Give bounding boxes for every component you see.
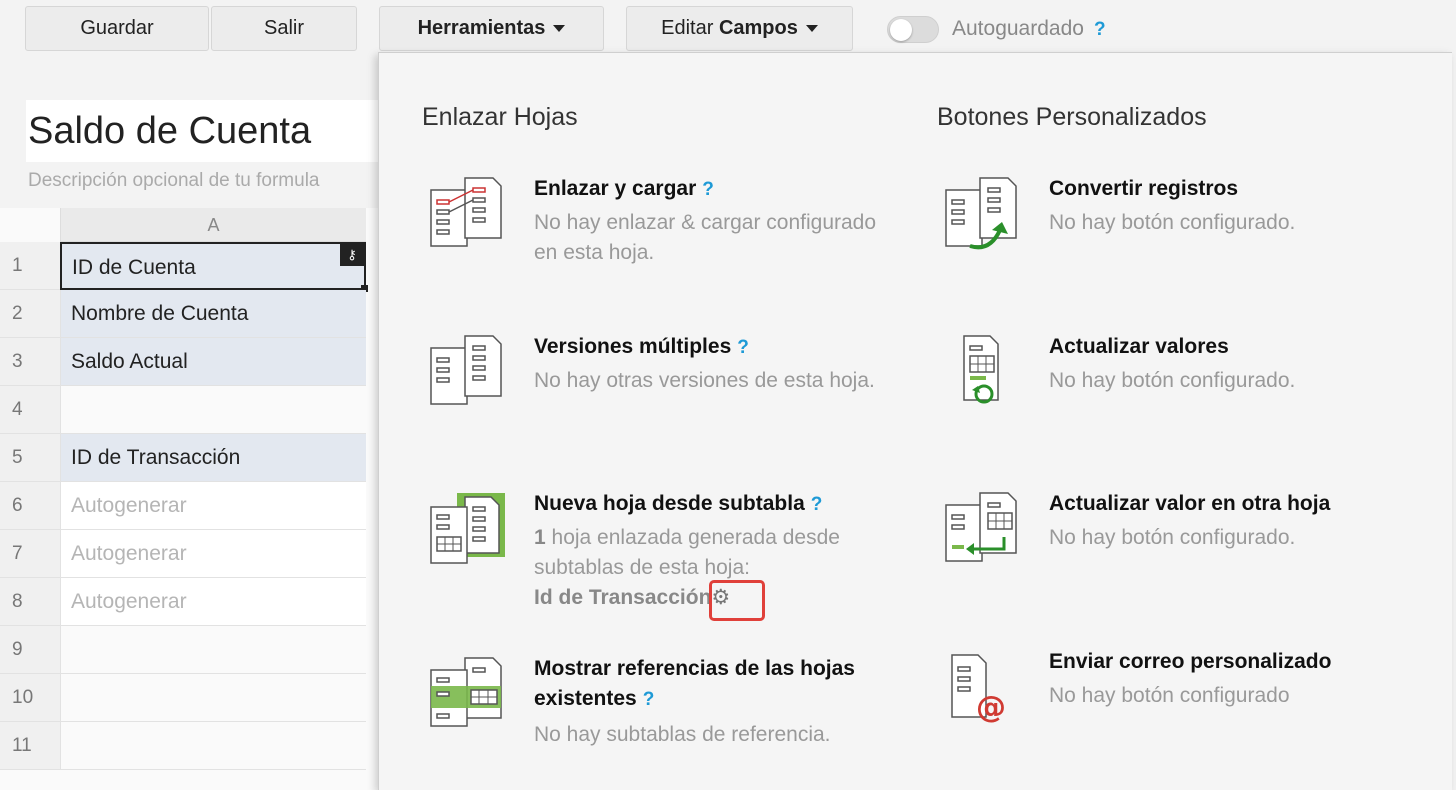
linked-sheet-name[interactable]: Id de Transacción bbox=[534, 586, 711, 609]
cell-text: Autogenerar bbox=[71, 542, 187, 565]
sheet-grid: A 1 ID de Cuenta ⚷ 2 Nombre de Cuenta 3 Saldo … bbox=[0, 208, 378, 790]
save-button[interactable]: Guardar bbox=[25, 6, 209, 51]
grid-row: 1 ID de Cuenta ⚷ bbox=[0, 242, 378, 292]
row-number[interactable]: 1 bbox=[0, 242, 60, 290]
caret-down-icon bbox=[805, 25, 818, 32]
tool-name: Actualizar valores bbox=[1049, 335, 1229, 358]
tool-description: No hay botón configurado. bbox=[1049, 211, 1296, 234]
svg-text:@: @ bbox=[976, 690, 1006, 725]
link-and-load-icon bbox=[430, 177, 502, 247]
grid-row: 4 bbox=[0, 386, 378, 434]
row-number[interactable]: 9 bbox=[0, 626, 60, 674]
key-icon: ⚷ bbox=[340, 244, 364, 266]
grid-row: 6 Autogenerar bbox=[0, 482, 378, 530]
grid-row: 11 bbox=[0, 722, 378, 770]
row-number[interactable]: 3 bbox=[0, 338, 60, 386]
cell-text: Autogenerar bbox=[71, 494, 187, 517]
tool-description: 1 hoja enlazada generada desde subtablas… bbox=[534, 526, 840, 579]
grid-row: 5 ID de Transacción bbox=[0, 434, 378, 482]
grid-cell[interactable]: Autogenerar bbox=[60, 578, 366, 626]
cell-text: ID de Cuenta bbox=[72, 256, 196, 279]
tools-menu-button[interactable]: Herramientas bbox=[379, 6, 604, 51]
tool-description: No hay subtablas de referencia. bbox=[534, 723, 831, 746]
tool-name: Nueva hoja desde subtabla? bbox=[534, 492, 823, 515]
grid-cell[interactable] bbox=[60, 722, 366, 770]
row-number[interactable]: 5 bbox=[0, 434, 60, 482]
tool-name: Actualizar valor en otra hoja bbox=[1049, 492, 1331, 515]
help-icon[interactable]: ? bbox=[737, 337, 749, 358]
tool-name: Enlazar y cargar? bbox=[534, 177, 714, 200]
grid-row: 9 bbox=[0, 626, 378, 674]
help-icon[interactable]: ? bbox=[811, 494, 823, 515]
tool-name: Versiones múltiples? bbox=[534, 335, 749, 358]
show-references-icon bbox=[430, 657, 502, 727]
grid-row: 7 Autogenerar bbox=[0, 530, 378, 578]
gear-highlight-box bbox=[709, 580, 765, 621]
tool-description: No hay botón configurado bbox=[1049, 684, 1290, 707]
caret-down-icon bbox=[553, 25, 566, 32]
link-sheets-title: Enlazar Hojas bbox=[422, 103, 578, 131]
tool-description: No hay botón configurado. bbox=[1049, 526, 1296, 549]
cell-text: Saldo Actual bbox=[71, 350, 188, 373]
edit-fields-menu-button[interactable]: Editar Campos bbox=[626, 6, 853, 51]
multiple-versions-icon bbox=[430, 335, 502, 405]
grid-cell[interactable]: ID de Cuenta ⚷ bbox=[60, 242, 368, 292]
help-icon[interactable]: ? bbox=[702, 179, 714, 200]
row-number[interactable]: 10 bbox=[0, 674, 60, 722]
grid-cell[interactable] bbox=[60, 386, 366, 434]
cell-text: Autogenerar bbox=[71, 590, 187, 613]
tool-description: No hay botón configurado. bbox=[1049, 369, 1296, 392]
row-number[interactable]: 8 bbox=[0, 578, 60, 626]
toggle-knob bbox=[890, 19, 912, 41]
grid-cell[interactable]: Nombre de Cuenta bbox=[60, 290, 366, 338]
row-number[interactable]: 4 bbox=[0, 386, 60, 434]
grid-cell[interactable] bbox=[60, 626, 366, 674]
column-header-a[interactable]: A bbox=[60, 208, 366, 242]
grid-cell[interactable]: Autogenerar bbox=[60, 530, 366, 578]
custom-buttons-title: Botones Personalizados bbox=[937, 103, 1207, 131]
tool-name: Convertir registros bbox=[1049, 177, 1239, 200]
toolbar: Guardar Salir Herramientas Editar Campos… bbox=[0, 0, 1456, 58]
grid-row: 3 Saldo Actual bbox=[0, 338, 378, 386]
grid-cell[interactable] bbox=[60, 674, 366, 722]
grid-row: 8 Autogenerar bbox=[0, 578, 378, 626]
grid-cell[interactable]: ID de Transacción bbox=[60, 434, 366, 482]
grid-row: 10 bbox=[0, 674, 378, 722]
exit-button[interactable]: Salir bbox=[211, 6, 357, 51]
tool-name: Mostrar referencias de las hojas existen… bbox=[534, 657, 855, 710]
convert-records-icon bbox=[945, 177, 1017, 250]
tool-description: No hay enlazar & cargar configurado en e… bbox=[534, 211, 877, 264]
row-number[interactable]: 7 bbox=[0, 530, 60, 578]
cell-text: ID de Transacción bbox=[71, 446, 241, 469]
grid-cell[interactable]: Autogenerar bbox=[60, 482, 366, 530]
help-icon[interactable]: ? bbox=[1094, 19, 1106, 40]
autosave-toggle[interactable] bbox=[887, 16, 939, 43]
row-number[interactable]: 2 bbox=[0, 290, 60, 338]
tool-description: No hay otras versiones de esta hoja. bbox=[534, 369, 875, 392]
form-description[interactable]: Descripción opcional de tu formula bbox=[28, 170, 320, 192]
autosave-label: Autoguardado? bbox=[952, 17, 1106, 40]
update-value-other-sheet-icon bbox=[945, 492, 1017, 562]
grid-cell[interactable]: Saldo Actual bbox=[60, 338, 366, 386]
tools-panel: Enlazar Hojas Botones Personalizados Enl… bbox=[378, 52, 1452, 790]
new-sheet-from-subtable-icon bbox=[430, 493, 505, 564]
form-title[interactable]: Saldo de Cuenta bbox=[28, 110, 311, 153]
grid-row: 2 Nombre de Cuenta bbox=[0, 290, 378, 338]
help-icon[interactable]: ? bbox=[643, 689, 655, 710]
cell-text: Nombre de Cuenta bbox=[71, 302, 249, 325]
row-number[interactable]: 11 bbox=[0, 722, 60, 770]
email-at-icon: @ bbox=[951, 654, 1006, 725]
tool-name: Enviar correo personalizado bbox=[1049, 650, 1332, 673]
update-values-icon bbox=[963, 335, 999, 404]
row-number[interactable]: 6 bbox=[0, 482, 60, 530]
